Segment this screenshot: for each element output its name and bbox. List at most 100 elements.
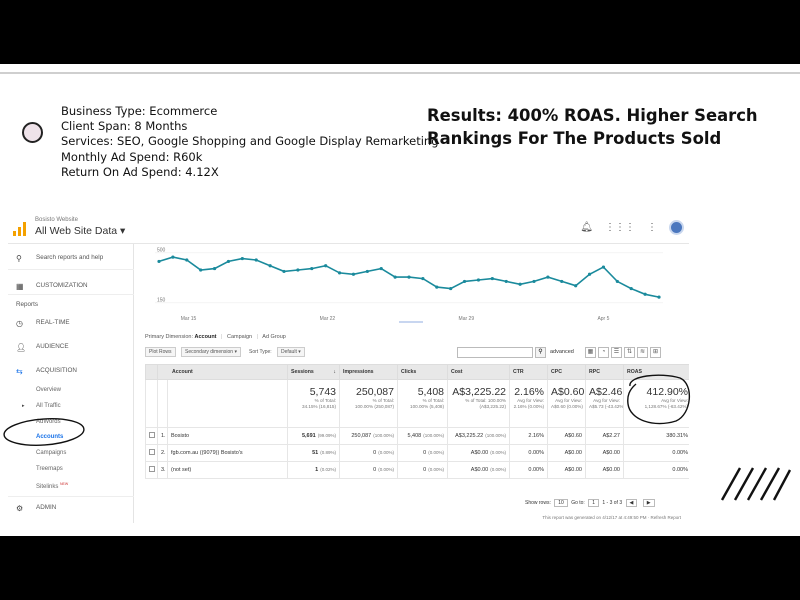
data-point: [199, 268, 203, 272]
data-point: [324, 264, 328, 268]
dimension-account[interactable]: Account: [195, 334, 217, 340]
data-point: [587, 272, 592, 276]
sidebar-item-label: REAL-TIME: [36, 319, 70, 326]
goto-input[interactable]: 1: [588, 499, 599, 507]
detail-business-type: Business Type: Ecommerce: [61, 104, 218, 118]
cell-rpc: A$2.27: [585, 427, 624, 445]
secondary-dimension-dropdown[interactable]: Secondary dimension ▾: [181, 347, 241, 357]
headline-line-2: Rankings For The Products Sold: [427, 129, 722, 148]
view-selector[interactable]: All Web Site Data ▾: [35, 225, 125, 237]
col-ctr[interactable]: CTR: [509, 364, 548, 380]
decorative-slashes: [720, 467, 792, 501]
sidebar-item-label: Accounts: [36, 434, 64, 440]
clock-icon: ◷: [16, 319, 23, 328]
top-divider: [0, 72, 800, 74]
col-clicks[interactable]: Clicks: [397, 364, 448, 380]
chart-resize-handle[interactable]: [399, 321, 423, 323]
cell-cost: A$0.00 (0.00%): [447, 461, 510, 479]
table-search-input[interactable]: [457, 347, 533, 358]
sidebar-item-label: Treemaps: [36, 466, 63, 472]
bullet-circle: [22, 122, 43, 143]
data-point: [421, 276, 425, 281]
percentage-view-icon[interactable]: ◔: [598, 347, 609, 358]
sessions-line-chart: 500 150 Mar 15 Mar 22 Mar 29 Apr 5: [155, 247, 663, 322]
col-sessions[interactable]: Sessions ↓: [287, 364, 340, 380]
col-impressions[interactable]: Impressions: [339, 364, 398, 380]
table-row[interactable]: 2. fgb.com.au ((9079)) Bosisto's 51 (0.89…: [145, 444, 689, 462]
table-row[interactable]: 1. Bosisto 5,691 (99.09%) 250,087 (100.00%…: [145, 427, 689, 445]
plot-rows-button[interactable]: Plot Rows: [145, 347, 176, 357]
comparison-view-icon[interactable]: ⇅: [624, 347, 635, 358]
search-icon[interactable]: ⚲: [535, 347, 546, 358]
data-point: [310, 266, 314, 271]
col-rpc[interactable]: RPC: [585, 364, 624, 380]
pivot-view-icon[interactable]: ⊞: [650, 347, 661, 358]
dimension-campaign[interactable]: Campaign: [227, 334, 252, 340]
account-link[interactable]: fgb.com.au ((9079)) Bosisto's: [167, 444, 288, 462]
data-point: [435, 285, 439, 289]
row-checkbox[interactable]: [149, 432, 155, 438]
total-ctr: 2.16% Avg for View: 2.16% (0.00%): [509, 379, 548, 428]
more-icon[interactable]: ⋮: [647, 222, 657, 234]
sidebar-item-label: Overview: [36, 387, 62, 393]
sort-desc-icon: ↓: [333, 369, 336, 375]
data-point: [337, 271, 342, 275]
x-tick-label: Mar 15: [181, 316, 197, 322]
col-account[interactable]: Account: [157, 364, 288, 380]
total-cpc: A$0.60 Avg for View: A$0.60 (0.00%): [547, 379, 586, 428]
advanced-link[interactable]: advanced: [550, 349, 574, 355]
y-tick-label: 500: [157, 247, 166, 253]
term-cloud-view-icon[interactable]: ≋: [637, 347, 648, 358]
data-point: [532, 279, 536, 284]
analytics-logo-icon: [13, 222, 27, 236]
col-roas[interactable]: ROAS: [623, 364, 689, 380]
search-input[interactable]: Search reports and help: [36, 254, 103, 261]
grid-icon: ▦: [16, 282, 24, 291]
row-checkbox[interactable]: [149, 466, 155, 472]
bell-icon[interactable]: 🔔︎: [580, 222, 593, 234]
sort-type-dropdown[interactable]: Default ▾: [277, 347, 305, 357]
dimension-ad-group[interactable]: Ad Group: [262, 334, 286, 340]
performance-view-icon[interactable]: ☰: [611, 347, 622, 358]
report-timestamp: This report was generated on 4/12/17 at …: [542, 515, 681, 520]
cell-cost: A$3,225.22 (100.00%): [447, 427, 510, 445]
cell-ctr: 2.16%: [509, 427, 548, 445]
sidebar-item-label: CUSTOMIZATION: [36, 282, 88, 289]
case-details: Business Type: Ecommerce Client Span: 8 …: [61, 104, 439, 180]
show-rows-select[interactable]: 10: [554, 499, 568, 507]
account-link[interactable]: Bosisto: [167, 427, 288, 445]
person-icon: 👤︎: [16, 343, 27, 352]
table-header-row: Account Sessions ↓ Impressions Clicks Co…: [145, 364, 689, 380]
data-point: [171, 255, 175, 259]
data-point: [379, 266, 383, 271]
new-badge: NEW: [60, 482, 69, 486]
show-rows-label: Show rows:: [525, 500, 551, 506]
data-point: [560, 279, 564, 284]
data-point: [212, 266, 217, 271]
data-point: [518, 282, 522, 286]
x-tick-label: Mar 29: [459, 316, 475, 322]
report-area: 500 150 Mar 15 Mar 22 Mar 29 Apr 5 Primary Di…: [135, 244, 689, 523]
primary-dimension-label: Primary Dimension:: [145, 334, 193, 340]
sidebar-item-label: ADMIN: [36, 504, 57, 511]
account-link[interactable]: (not set): [167, 461, 288, 479]
data-point: [601, 265, 606, 269]
table-view-icon[interactable]: ▦: [585, 347, 596, 358]
avatar[interactable]: [669, 220, 684, 235]
detail-services: Services: SEO, Google Shopping and Googl…: [61, 134, 439, 149]
prev-page-button[interactable]: ◀: [625, 499, 638, 507]
cell-sessions: 1 (0.02%): [287, 461, 340, 479]
account-name: Bosisto Website: [35, 217, 78, 223]
sidebar-item-label: All Traffic: [36, 403, 61, 409]
cell-roas: 380.31%: [623, 427, 689, 445]
data-point: [254, 258, 258, 262]
table-row[interactable]: 3. (not set) 1 (0.02%) 0 (0.00%) 0 (0.00%) …: [145, 461, 689, 479]
row-checkbox[interactable]: [149, 449, 155, 455]
col-cost[interactable]: Cost: [447, 364, 510, 380]
cell-ctr: 0.00%: [509, 444, 548, 462]
col-cpc[interactable]: CPC: [547, 364, 586, 380]
y-tick-label: 150: [157, 297, 166, 303]
next-page-button[interactable]: ▶: [642, 499, 655, 507]
total-rpc: A$2.46 Avg for View: A$5.73 (-43.42%): [585, 379, 624, 428]
apps-icon[interactable]: ⋮⋮⋮: [605, 222, 635, 234]
